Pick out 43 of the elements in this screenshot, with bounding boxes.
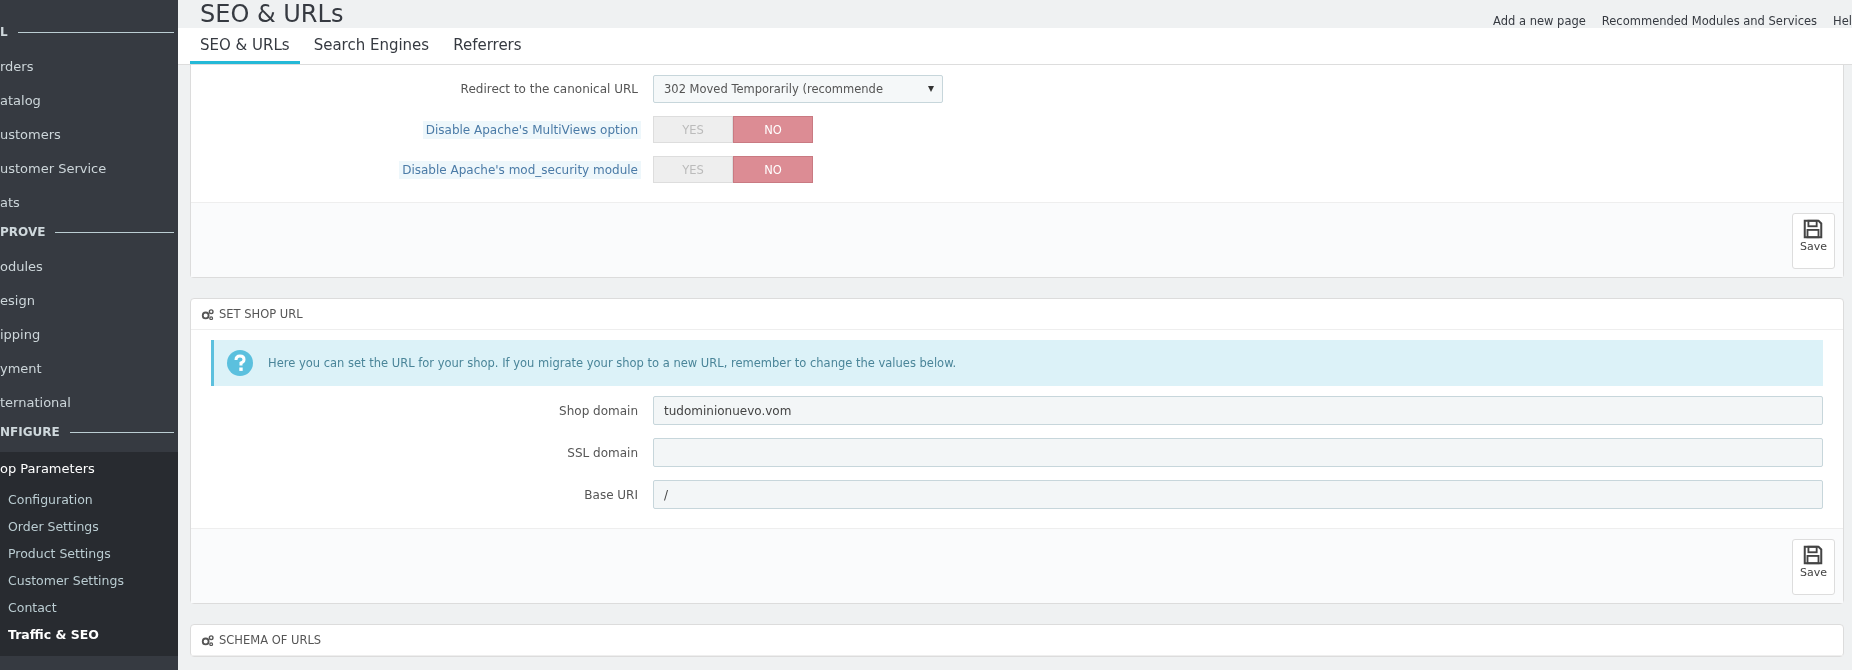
tab[interactable]: Referrers bbox=[443, 28, 532, 64]
panel-heading: SET SHOP URL bbox=[219, 307, 303, 321]
sidebar-item[interactable]: yment bbox=[0, 352, 178, 386]
sidebar-item[interactable]: rders bbox=[0, 50, 178, 84]
toolbar-link[interactable]: Recommended Modules and Services bbox=[1601, 14, 1818, 28]
caret-icon bbox=[928, 86, 934, 92]
sidebar-item[interactable]: esign bbox=[0, 284, 178, 318]
help-icon bbox=[226, 349, 254, 377]
save-button[interactable]: Save bbox=[1792, 213, 1835, 269]
text-field[interactable] bbox=[653, 438, 1823, 467]
sidebar-item[interactable]: ats bbox=[0, 186, 178, 220]
sidebar-item[interactable]: odules bbox=[0, 250, 178, 284]
dropdown[interactable]: 302 Moved Temporarily (recommende bbox=[653, 75, 943, 103]
toolbar-link[interactable]: Hel bbox=[1833, 14, 1852, 28]
sidebar-item[interactable]: ustomers bbox=[0, 118, 178, 152]
field-label: SSL domain bbox=[566, 444, 639, 462]
submenu-item[interactable]: Customer Settings bbox=[0, 567, 178, 594]
sidebar-item[interactable]: op Parameters bbox=[0, 452, 178, 486]
sidebar-heading: PROVE bbox=[0, 225, 46, 239]
panel-heading: SCHEMA OF URLS bbox=[219, 633, 322, 647]
submenu-item[interactable]: Contact bbox=[0, 594, 178, 621]
toolbar-link[interactable]: Add a new page bbox=[1493, 14, 1586, 28]
sidebar-item[interactable]: ustomer Service bbox=[0, 152, 178, 186]
alert-text: Here you can set the URL for your shop. If you migrate your shop to a new URL, remember to change the values below. bbox=[268, 356, 957, 370]
submenu-item[interactable]: Order Settings bbox=[0, 513, 178, 540]
submenu-item[interactable]: Traffic & SEO bbox=[0, 621, 178, 648]
text-field[interactable]: / bbox=[653, 480, 1823, 509]
sidebar-heading: L bbox=[0, 25, 8, 39]
field-label: Disable Apache's mod_security module bbox=[399, 160, 641, 179]
field-label: Shop domain bbox=[558, 402, 639, 420]
sidebar-item[interactable]: ipping bbox=[0, 318, 178, 352]
field-label: Base URI bbox=[583, 486, 639, 504]
save-button[interactable]: Save bbox=[1792, 539, 1835, 595]
submenu-item[interactable]: Product Settings bbox=[0, 540, 178, 567]
sidebar-item[interactable]: atalog bbox=[0, 84, 178, 118]
sidebar-item[interactable]: ternational bbox=[0, 386, 178, 420]
field-label: Disable Apache's MultiViews option bbox=[422, 120, 641, 139]
sidebar-heading: NFIGURE bbox=[0, 425, 60, 439]
page-title: SEO & URLs bbox=[200, 0, 344, 28]
field-label: Redirect to the canonical URL bbox=[459, 81, 639, 98]
tab[interactable]: Search Engines bbox=[303, 28, 440, 64]
text-field[interactable]: tudominionuevo.vom bbox=[653, 396, 1823, 425]
submenu-item[interactable]: Configuration bbox=[0, 486, 178, 513]
